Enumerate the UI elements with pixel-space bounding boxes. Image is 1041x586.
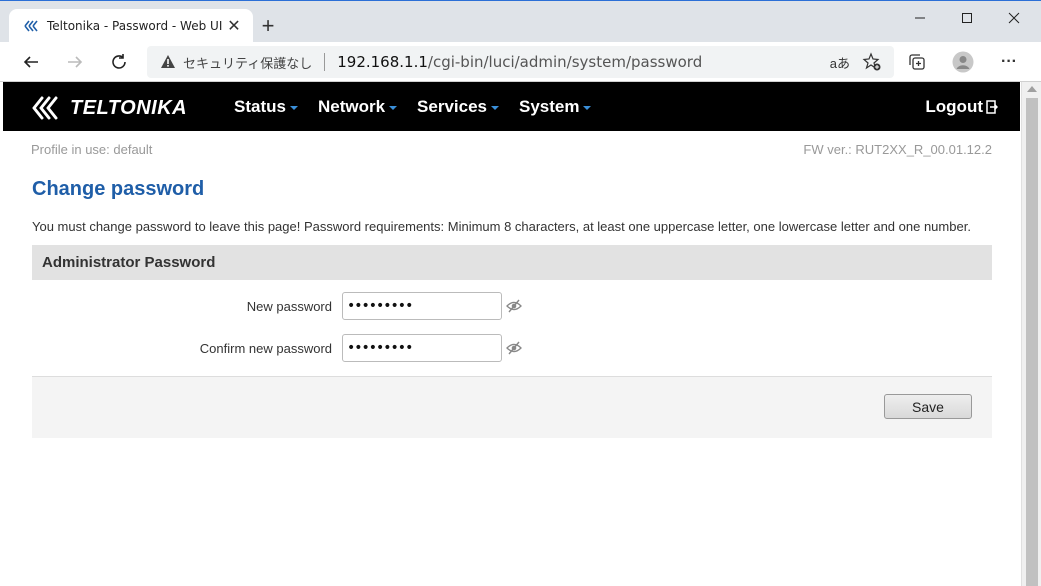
password-requirements: You must change password to leave this p… — [32, 219, 971, 234]
menu-services[interactable]: Services — [417, 97, 499, 117]
back-arrow-icon[interactable] — [17, 48, 45, 76]
menu-network[interactable]: Network — [317, 96, 398, 117]
url-host: 192.168.1.1 — [337, 53, 428, 71]
menu-system[interactable]: System — [519, 96, 592, 117]
logout-icon — [986, 99, 998, 114]
page-viewport: TELTONIKA Status Network Services System… — [3, 82, 1020, 586]
collections-icon[interactable] — [905, 50, 929, 74]
address-divider — [324, 53, 326, 71]
teltonika-favicon-icon — [23, 18, 39, 34]
browser-toolbar: セキュリティ保護なし 192.168.1.1/cgi-bin/luci/admi… — [0, 42, 1041, 82]
new-password-row: New password ••••••••• — [32, 292, 992, 322]
add-favorite-icon[interactable] — [862, 52, 882, 72]
logout-label: Logout — [925, 96, 983, 116]
save-button[interactable]: Save — [884, 394, 972, 419]
scroll-up-icon[interactable] — [1027, 86, 1037, 92]
profile-in-use: Profile in use: default — [31, 142, 153, 157]
not-secure-label: セキュリティ保護なし — [183, 56, 313, 72]
more-menu-icon[interactable]: ··· — [997, 50, 1021, 74]
new-tab-button[interactable]: + — [256, 15, 280, 39]
browser-tab[interactable]: Teltonika - Password - Web UI ✕ — [9, 9, 253, 43]
profile-avatar-icon[interactable] — [951, 50, 975, 74]
close-window-icon[interactable] — [991, 5, 1037, 31]
warning-icon[interactable] — [159, 53, 177, 71]
teltonika-logo[interactable]: TELTONIKA — [32, 95, 187, 121]
new-password-input[interactable]: ••••••••• — [342, 292, 502, 320]
address-bar[interactable]: セキュリティ保護なし 192.168.1.1/cgi-bin/luci/admi… — [147, 46, 894, 78]
confirm-password-label: Confirm new password — [199, 341, 332, 356]
reveal-password-icon[interactable] — [506, 340, 522, 356]
main-menu: Status Network Services System — [234, 82, 611, 131]
form-actions: Save — [32, 376, 992, 438]
url-path: /cgi-bin/luci/admin/system/password — [427, 53, 703, 71]
menu-system-label: System — [519, 96, 580, 116]
teltonika-logo-icon — [32, 96, 58, 120]
tab-title: Teltonika - Password - Web UI — [47, 19, 223, 33]
confirm-password-input[interactable]: ••••••••• — [342, 334, 502, 362]
menu-services-label: Services — [417, 96, 487, 116]
tab-close-icon[interactable]: ✕ — [223, 15, 245, 37]
vertical-scrollbar[interactable] — [1021, 82, 1041, 586]
menu-status[interactable]: Status — [234, 97, 298, 117]
confirm-password-row: Confirm new password ••••••••• — [32, 334, 992, 364]
logo-text: TELTONIKA — [70, 96, 188, 119]
chevron-down-icon — [491, 105, 499, 110]
browser-tabstrip: Teltonika - Password - Web UI ✕ + — [0, 0, 1041, 43]
chevron-down-icon — [583, 105, 592, 110]
top-navigation: TELTONIKA Status Network Services System… — [3, 82, 1020, 131]
reload-icon[interactable] — [105, 48, 133, 76]
chevron-down-icon — [289, 105, 298, 110]
minimize-icon[interactable] — [897, 5, 943, 31]
menu-network-label: Network — [317, 96, 386, 116]
chevron-down-icon — [389, 105, 398, 110]
section-header: Administrator Password — [32, 245, 992, 280]
reveal-password-icon[interactable] — [506, 298, 522, 314]
page-title: Change password — [32, 178, 205, 200]
forward-arrow-icon[interactable] — [61, 48, 89, 76]
new-password-label: New password — [246, 299, 332, 314]
menu-status-label: Status — [234, 96, 286, 116]
section-title: Administrator Password — [42, 254, 216, 271]
maximize-icon[interactable] — [944, 5, 990, 31]
scrollbar-thumb[interactable] — [1026, 98, 1038, 586]
read-aloud-icon[interactable]: aあ — [830, 53, 850, 72]
firmware-version: FW ver.: RUT2XX_R_00.01.12.2 — [803, 142, 992, 157]
logout-link[interactable]: Logout — [925, 82, 998, 131]
